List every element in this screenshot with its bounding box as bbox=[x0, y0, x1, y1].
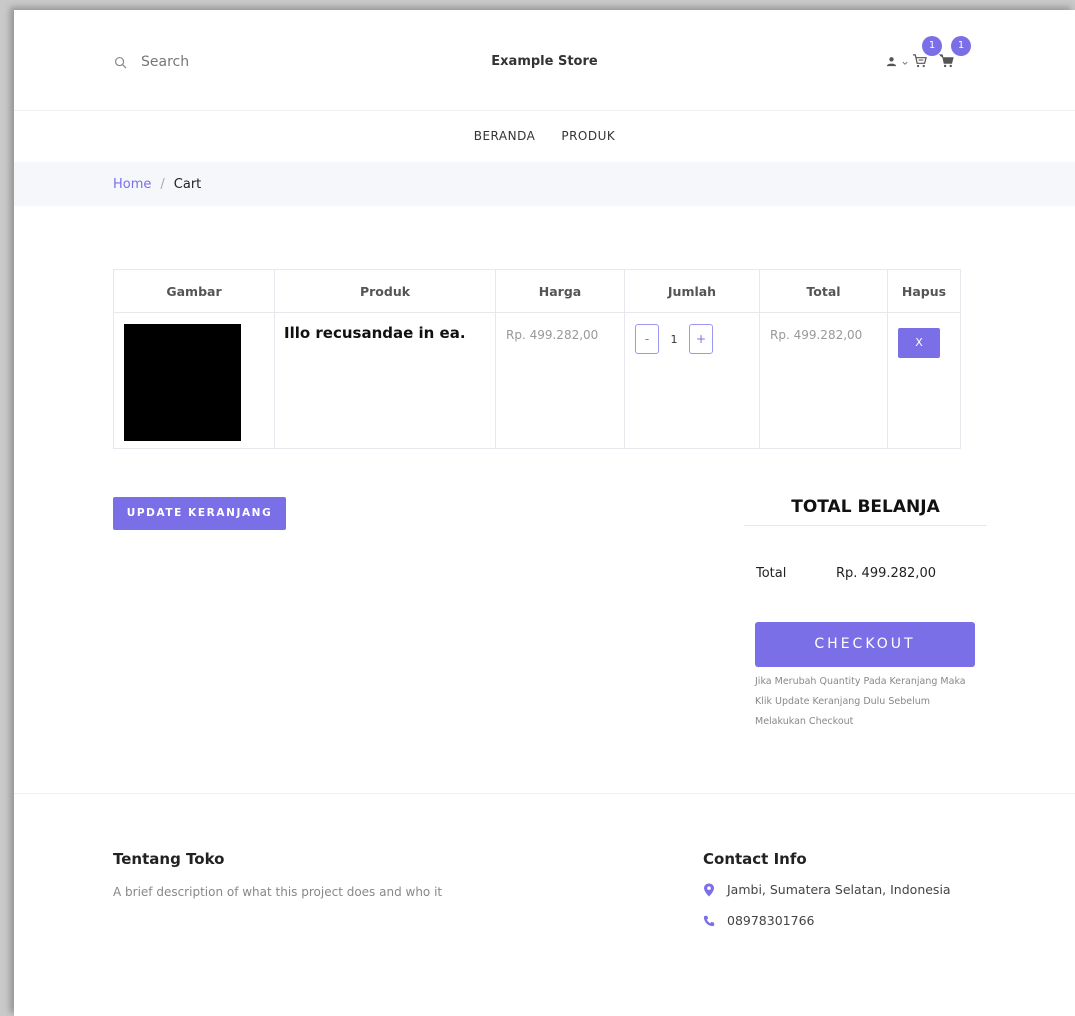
quantity-cell: - 1 + bbox=[624, 312, 760, 449]
search-box[interactable]: Search bbox=[114, 54, 189, 70]
main-nav: BERANDA PRODUK bbox=[14, 110, 1075, 162]
footer-address: Jambi, Sumatera Selatan, Indonesia bbox=[727, 882, 951, 897]
breadcrumb-current: Cart bbox=[173, 177, 202, 192]
quantity-increase-button[interactable]: + bbox=[689, 324, 713, 354]
column-header-total: Total bbox=[759, 269, 888, 313]
summary-total-label: Total bbox=[756, 566, 787, 581]
site-header: Search Example Store 1 1 bbox=[14, 10, 1075, 111]
chevron-down-icon[interactable] bbox=[902, 61, 908, 66]
cart-table: Gambar Produk Harga Jumlah Total Hapus I… bbox=[113, 269, 961, 449]
cart-count-badge: 1 bbox=[951, 36, 971, 56]
quantity-decrease-button[interactable]: - bbox=[635, 324, 659, 354]
remove-item-button[interactable]: X bbox=[898, 328, 940, 358]
product-name-cell: Illo recusandae in ea. bbox=[274, 312, 496, 449]
quantity-input[interactable]: 1 bbox=[659, 333, 689, 346]
remove-cell: X bbox=[887, 312, 961, 449]
price-cell: Rp. 499.282,00 bbox=[495, 312, 625, 449]
footer-about-text: A brief description of what this project… bbox=[113, 885, 443, 899]
search-icon bbox=[114, 56, 127, 68]
line-total: Rp. 499.282,00 bbox=[770, 328, 863, 342]
summary-total-value: Rp. 499.282,00 bbox=[836, 566, 936, 581]
column-header-hapus: Hapus bbox=[887, 269, 961, 313]
product-name: Illo recusandae in ea. bbox=[284, 324, 466, 342]
nav-item-produk[interactable]: PRODUK bbox=[561, 129, 615, 143]
product-price: Rp. 499.282,00 bbox=[506, 328, 599, 342]
user-icon[interactable] bbox=[886, 56, 897, 67]
quantity-stepper: - 1 + bbox=[635, 324, 758, 354]
line-total-cell: Rp. 499.282,00 bbox=[759, 312, 888, 449]
column-header-jumlah: Jumlah bbox=[624, 269, 760, 313]
search-input[interactable]: Search bbox=[141, 54, 189, 70]
table-header-row: Gambar Produk Harga Jumlah Total Hapus bbox=[113, 269, 961, 313]
table-row: Illo recusandae in ea. Rp. 499.282,00 - … bbox=[113, 312, 961, 449]
browser-page: Search Example Store 1 1 BERANDA PRODUK … bbox=[14, 10, 1075, 1016]
cart-summary-title: TOTAL BELANJA bbox=[791, 497, 940, 517]
column-header-gambar: Gambar bbox=[113, 269, 275, 313]
nav-item-beranda[interactable]: BERANDA bbox=[474, 129, 536, 143]
store-logo-text[interactable]: Example Store bbox=[491, 54, 597, 69]
footer-phone: 08978301766 bbox=[727, 913, 815, 928]
product-image-cell bbox=[113, 312, 275, 449]
breadcrumb-home-link[interactable]: Home bbox=[113, 177, 151, 192]
footer-about-title: Tentang Toko bbox=[113, 850, 225, 868]
summary-divider bbox=[744, 525, 987, 526]
footer-phone-row: 08978301766 bbox=[703, 913, 814, 928]
cart-icon[interactable] bbox=[939, 53, 954, 68]
column-header-harga: Harga bbox=[495, 269, 625, 313]
map-pin-icon bbox=[704, 883, 714, 896]
header-actions: 1 1 bbox=[882, 36, 982, 78]
breadcrumb-separator: / bbox=[160, 177, 165, 192]
column-header-produk: Produk bbox=[274, 269, 496, 313]
checkout-button[interactable]: CHECKOUT bbox=[755, 622, 975, 667]
footer-address-row: Jambi, Sumatera Selatan, Indonesia bbox=[703, 882, 951, 897]
footer-divider bbox=[14, 793, 1075, 794]
update-cart-button[interactable]: UPDATE KERANJANG bbox=[113, 497, 286, 530]
phone-icon bbox=[703, 915, 715, 926]
product-image bbox=[124, 324, 241, 441]
wishlist-cart-icon[interactable] bbox=[912, 53, 927, 68]
footer-contact-title: Contact Info bbox=[703, 850, 807, 868]
breadcrumb: Home / Cart bbox=[14, 162, 1075, 206]
checkout-note: Jika Merubah Quantity Pada Keranjang Mak… bbox=[755, 676, 966, 727]
